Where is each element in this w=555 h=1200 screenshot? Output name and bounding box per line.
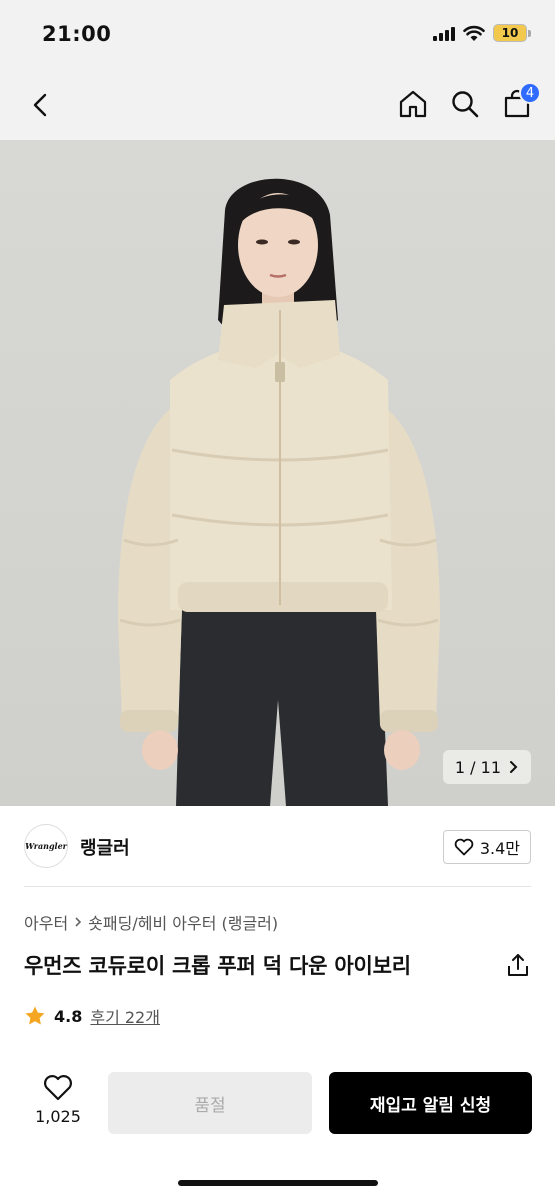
nav-actions: 4 <box>397 82 541 120</box>
share-icon[interactable] <box>505 952 531 978</box>
heart-icon <box>454 838 474 856</box>
status-time: 21:00 <box>42 22 112 46</box>
battery-icon: 10 <box>493 24 531 42</box>
search-icon[interactable] <box>449 88 481 120</box>
brand-name[interactable]: 랭글러 <box>80 834 130 860</box>
brand-like-count: 3.4만 <box>479 839 520 858</box>
status-icons: 10 <box>433 24 531 42</box>
product-image[interactable]: 1 / 11 <box>0 140 555 806</box>
image-counter[interactable]: 1 / 11 <box>442 750 531 784</box>
brand-logo-text: Wrangler <box>25 841 67 851</box>
breadcrumb: 아우터 숏패딩/헤비 아우터 (랭글러) <box>24 910 278 934</box>
divider <box>24 886 531 887</box>
chevron-right-icon <box>510 761 518 773</box>
chevron-right-icon <box>75 917 82 927</box>
breadcrumb-item-category[interactable]: 숏패딩/헤비 아우터 (랭글러) <box>88 910 278 934</box>
status-bar: 21:00 10 <box>0 0 555 70</box>
star-icon <box>25 1006 45 1025</box>
home-indicator <box>178 1180 378 1186</box>
product-photo <box>118 178 440 806</box>
bottom-action-bar: 1,025 품절 재입고 알림 신청 <box>0 1060 555 1200</box>
rating-row: 4.8 후기 22개 <box>24 1004 160 1028</box>
wishlist-button[interactable]: 1,025 <box>30 1074 86 1126</box>
heart-icon <box>44 1075 72 1101</box>
wifi-icon <box>463 25 485 41</box>
rating-value: 4.8 <box>54 1006 83 1026</box>
brand-like-button[interactable]: 3.4만 <box>442 830 531 864</box>
back-chevron-icon[interactable] <box>26 90 56 120</box>
wishlist-count: 1,025 <box>35 1107 81 1126</box>
review-link[interactable]: 후기 22개 <box>90 1004 160 1028</box>
cart-count-badge: 4 <box>519 82 541 104</box>
nav-bar: 4 <box>0 70 555 140</box>
brand-row: Wrangler 랭글러 3.4만 <box>0 806 555 886</box>
cart-button[interactable]: 4 <box>501 82 541 120</box>
brand-logo[interactable]: Wrangler <box>24 824 68 868</box>
battery-level: 10 <box>501 26 519 40</box>
product-title: 우먼즈 코듀로이 크롭 푸퍼 덕 다운 아이보리 <box>24 954 411 978</box>
cellular-signal-icon <box>433 25 455 41</box>
soldout-button: 품절 <box>108 1072 312 1134</box>
restock-alert-button[interactable]: 재입고 알림 신청 <box>329 1072 532 1134</box>
image-counter-text: 1 / 11 <box>454 757 501 777</box>
breadcrumb-item-outer[interactable]: 아우터 <box>24 910 68 934</box>
home-icon[interactable] <box>397 88 429 120</box>
